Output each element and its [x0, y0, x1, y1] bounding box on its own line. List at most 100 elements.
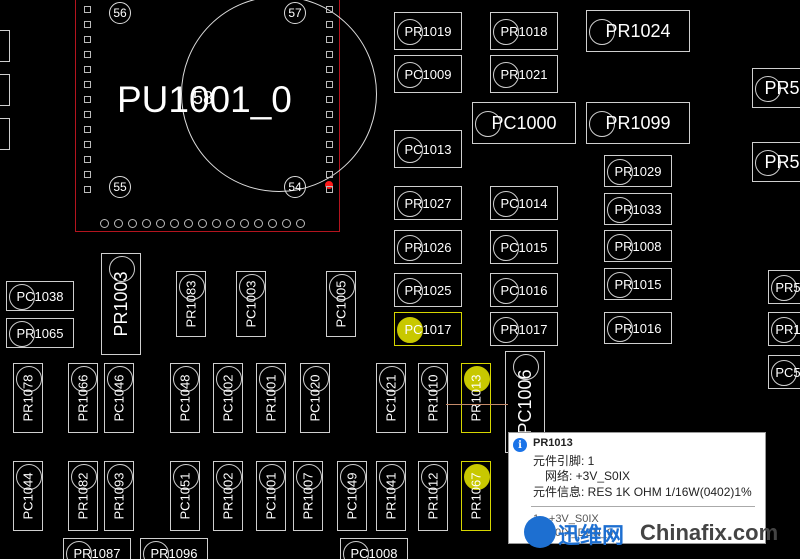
component-pr1067[interactable]: PR1067 — [461, 461, 491, 531]
component-label: PC1014 — [500, 195, 548, 211]
component-pc1003[interactable]: PC1003 — [236, 271, 266, 337]
component-pc1001[interactable]: PC1001 — [256, 461, 286, 531]
component-label: PR1017 — [500, 321, 548, 337]
component-pc1020[interactable]: PC1020 — [300, 363, 330, 433]
component-pc1005[interactable]: PC1005 — [326, 271, 356, 337]
component-pr1012[interactable]: PR1012 — [418, 461, 448, 531]
component-pc1049[interactable]: PC1049 — [337, 461, 367, 531]
chip-label: PU1001_0 — [117, 79, 292, 120]
component-pr1007[interactable]: PR1007 — [293, 461, 323, 531]
component-pr1027[interactable]: PR1027 — [394, 186, 462, 220]
component-pc1021[interactable]: PC1021 — [376, 363, 406, 433]
component-label: PR1029 — [614, 163, 662, 179]
chip-pin-54[interactable]: 54 — [284, 176, 306, 198]
chip-pin — [84, 141, 91, 148]
component-pr1029[interactable]: PR1029 — [604, 155, 672, 187]
component-pr1010[interactable]: PR1010 — [418, 363, 448, 433]
component-pr1019[interactable]: PR1019 — [394, 12, 462, 50]
component-pc1002[interactable]: PC1002 — [213, 363, 243, 433]
component-label: PR1041 — [383, 472, 399, 520]
chip-pin — [326, 96, 333, 103]
component-pc1046[interactable]: PC1046 — [104, 363, 134, 433]
component-label: PR1087 — [73, 545, 121, 559]
component-pc1008[interactable]: PC1008 — [340, 538, 408, 559]
component-pc1038[interactable]: PC1038 — [6, 281, 74, 311]
pcb-board-view[interactable]: 56 57 55 54 58 PU1001_0 PR1019 PR1018 PR10… — [0, 0, 800, 559]
component-label: PR1007 — [300, 472, 316, 520]
chip-pin — [156, 219, 165, 228]
component-edge-pr5b[interactable]: PR5 — [752, 142, 800, 182]
edge-component[interactable] — [0, 118, 10, 150]
chip-pin — [326, 51, 333, 58]
component-edge-pc5[interactable]: PC5 — [768, 355, 800, 389]
component-label: PC1008 — [350, 545, 398, 559]
component-pc1015[interactable]: PC1015 — [490, 230, 558, 264]
chip-pin — [240, 219, 249, 228]
chip-pin — [296, 219, 305, 228]
chip-pin — [84, 186, 91, 193]
chip-pin — [170, 219, 179, 228]
component-pr1025[interactable]: PR1025 — [394, 273, 462, 307]
component-pr1033[interactable]: PR1033 — [604, 193, 672, 225]
component-pc1051[interactable]: PC1051 — [170, 461, 200, 531]
chip-pin-56[interactable]: 56 — [109, 2, 131, 24]
component-pr1003[interactable]: PR1003 — [101, 253, 141, 355]
component-pr1041[interactable]: PR1041 — [376, 461, 406, 531]
component-label: PR1033 — [614, 201, 662, 217]
component-pc1044[interactable]: PC1044 — [13, 461, 43, 531]
component-edge-pr5c[interactable]: PR5 — [768, 270, 800, 304]
chip-pin-57[interactable]: 57 — [284, 2, 306, 24]
component-pr1001[interactable]: PR1001 — [256, 363, 286, 433]
component-label: PR5 — [775, 279, 800, 295]
component-pr1026[interactable]: PR1026 — [394, 230, 462, 264]
component-label: PR1024 — [605, 21, 671, 41]
chip-pin — [84, 81, 91, 88]
component-pc1000[interactable]: PC1000 — [472, 102, 576, 144]
component-pr1082[interactable]: PR1082 — [68, 461, 98, 531]
component-pr1018[interactable]: PR1018 — [490, 12, 558, 50]
edge-component[interactable] — [0, 30, 10, 62]
component-pr1024[interactable]: PR1024 — [586, 10, 690, 52]
component-edge-pr1[interactable]: PR1 — [768, 312, 800, 346]
component-label: PC1048 — [177, 374, 193, 422]
component-pr1065[interactable]: PR1065 — [6, 318, 74, 348]
component-pr1083[interactable]: PR1083 — [176, 271, 206, 337]
component-pc1014[interactable]: PC1014 — [490, 186, 558, 220]
component-pc1013[interactable]: PC1013 — [394, 130, 462, 168]
component-pr1015[interactable]: PR1015 — [604, 268, 672, 300]
chip-pin — [326, 81, 333, 88]
component-pr1016[interactable]: PR1016 — [604, 312, 672, 344]
edge-component[interactable] — [0, 74, 10, 106]
chip-pin — [326, 66, 333, 73]
watermark-cn: 迅维网 — [558, 524, 625, 549]
component-label: PR1082 — [75, 472, 91, 520]
chip-pin-55[interactable]: 55 — [109, 176, 131, 198]
tooltip-title: PR1013 — [533, 437, 573, 449]
component-pr1021[interactable]: PR1021 — [490, 55, 558, 93]
component-pc1016[interactable]: PC1016 — [490, 273, 558, 307]
component-label: PR1012 — [425, 472, 441, 520]
component-pr1002[interactable]: PR1002 — [213, 461, 243, 531]
component-pc1017[interactable]: PC1017 — [394, 312, 462, 346]
component-label: PR1026 — [404, 239, 452, 255]
tooltip-info-line: 元件信息: RES 1K OHM 1/16W(0402)1% — [533, 485, 752, 499]
component-edge-pr5a[interactable]: PR5 — [752, 68, 800, 108]
component-pc1009[interactable]: PC1009 — [394, 55, 462, 93]
component-label: PR1002 — [220, 472, 236, 520]
component-label: PC1005 — [333, 280, 349, 328]
chip-pin — [326, 141, 333, 148]
component-pr1066[interactable]: PR1066 — [68, 363, 98, 433]
component-pr1099[interactable]: PR1099 — [586, 102, 690, 144]
component-pr1017[interactable]: PR1017 — [490, 312, 558, 346]
component-pr1096[interactable]: PR1096 — [140, 538, 208, 559]
component-pr1008[interactable]: PR1008 — [604, 230, 672, 262]
component-label: PR1016 — [614, 320, 662, 336]
component-pr1078[interactable]: PR1078 — [13, 363, 43, 433]
component-pr1013[interactable]: PR1013 — [461, 363, 491, 433]
component-pc1048[interactable]: PC1048 — [170, 363, 200, 433]
component-label: PR1027 — [404, 195, 452, 211]
chip-pin — [84, 51, 91, 58]
component-pr1093[interactable]: PR1093 — [104, 461, 134, 531]
watermark-logo-icon — [524, 516, 556, 548]
component-pr1087[interactable]: PR1087 — [63, 538, 131, 559]
